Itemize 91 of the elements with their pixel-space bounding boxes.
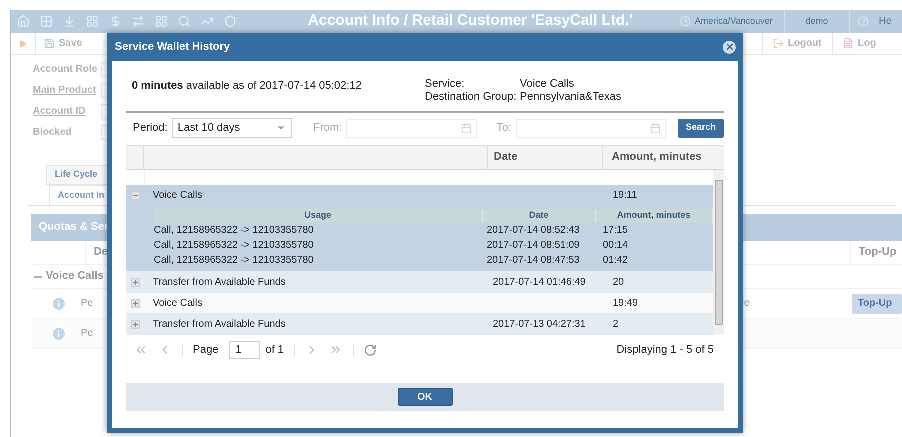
summary-text: 0 minutes available as of 2017-07-14 05:02:12 [131,79,363,94]
cell-text: Transfer from Available Funds [152,318,287,332]
info-label: Destination Group: [425,90,518,106]
save-icon [44,38,55,49]
page-label: Page [193,342,219,358]
cell-text: 2017-07-14 08:51:09 [487,239,581,253]
refresh-icon[interactable] [364,344,378,356]
grid-row[interactable] [126,185,713,272]
close-button[interactable] [723,40,736,54]
collapse-icon[interactable] [130,190,140,200]
home-icon[interactable] [17,15,30,28]
help-icon[interactable] [858,16,869,27]
from-label: From: [314,120,342,136]
cell-text: Transfer from Available Funds [152,276,287,290]
page-title: Account Info / Retail Customer 'EasyCall Ltd.' [307,11,634,32]
help-link[interactable]: He [879,14,892,29]
cell-text: 00:14 [603,239,630,253]
dollar-icon[interactable] [109,15,122,28]
toolbar-button[interactable]: Save [35,33,90,54]
cell-text: Voice Calls [152,188,204,202]
cell-text: 01:42 [603,254,630,268]
cell-text: 2 [612,318,619,332]
toolbar-button[interactable]: Logout [762,33,832,54]
cell-text: 17:15 [603,224,630,238]
field-label[interactable]: Account ID [33,104,101,119]
grid-icon[interactable] [40,15,53,28]
cell-text: Call, 12158965322 -> 12103355780 [154,254,315,268]
info-value: Voice Calls [520,77,574,92]
field-label: Blocked [33,126,73,140]
tiles-icon[interactable] [86,15,99,28]
calendar-icon[interactable] [460,122,472,134]
column-header: Amount, minutes [612,150,702,166]
clock-icon [680,16,691,27]
play-icon[interactable] [19,40,27,48]
cell-text: Voice Calls [152,296,204,310]
page-count: of 1 [266,342,284,358]
group-label: Voice Calls [46,269,104,284]
toolbar-button[interactable]: Log [832,33,902,54]
ok-button[interactable]: OK [398,388,452,406]
search-icon[interactable] [178,15,191,28]
expand-icon[interactable] [130,320,140,328]
field-label: Account Role [33,63,98,77]
cell-text: 2017-07-14 08:47:53 [487,254,581,268]
top-up-button[interactable]: Top-Up [852,294,902,314]
download-icon[interactable] [63,15,76,28]
timezone-label: America/Vancouver [695,14,773,28]
cell-text: 19:49 [612,296,638,310]
column-header: Date [494,150,518,166]
transfer-icon[interactable] [132,15,145,28]
row-text: Pe [81,327,94,341]
close-icon [724,42,734,52]
dialog-title: Service Wallet History [115,40,232,55]
user-name[interactable]: demo [806,14,828,28]
scrollbar[interactable] [713,170,724,335]
period-dropdown[interactable]: Last 10 days [172,118,292,138]
grid-row[interactable]: Voice Calls 19:49 [126,293,713,314]
paging-status: Displaying 1 - 5 of 5 [616,342,715,358]
column-header: De [94,245,110,260]
tiles-icon[interactable] [155,15,168,28]
to-label: To: [496,120,512,136]
info-icon[interactable] [51,326,67,342]
exit-icon [773,38,784,49]
tab[interactable]: Life Cycle [46,165,108,185]
cell-text: 20 [612,276,624,290]
period-label: Period: [133,120,168,136]
page-input[interactable]: 1 [228,341,260,359]
cell-text: 2017-07-13 04:27:31 [492,318,587,332]
shield-icon[interactable] [224,15,237,28]
cell-text: 2017-07-14 01:46:49 [492,276,587,290]
info-label: Service: [425,77,466,92]
row-text: Pe [81,297,94,311]
column-header: Usage [154,209,483,223]
grid-row[interactable]: Transfer from Available Funds 2017-07-13 04:27:31 2 [126,314,713,335]
expand-icon[interactable] [130,278,140,286]
from-date-field[interactable] [346,118,477,138]
cell-text: 19:11 [612,188,638,202]
info-icon[interactable] [51,296,67,312]
grid-row[interactable]: Transfer from Available Funds 2017-07-14 01:46:49 20 [126,272,713,293]
column-header: Top-Up [859,245,897,260]
to-date-field[interactable] [516,118,666,138]
search-button[interactable]: Search [678,118,724,138]
cell-text: 2017-07-14 08:52:43 [487,224,581,238]
field-label[interactable]: Main Product [33,83,101,98]
column-header: Date [483,209,596,223]
cell-text: Call, 12158965322 -> 12103355780 [154,239,315,253]
cell-text: Call, 12158965322 -> 12103355780 [154,224,315,238]
info-value: Pennsylvania&Texas [520,90,622,106]
document-icon [843,38,854,49]
panel-title: Quotas & Ser [39,220,109,236]
expand-icon[interactable] [130,298,140,308]
calendar-icon[interactable] [650,122,662,134]
